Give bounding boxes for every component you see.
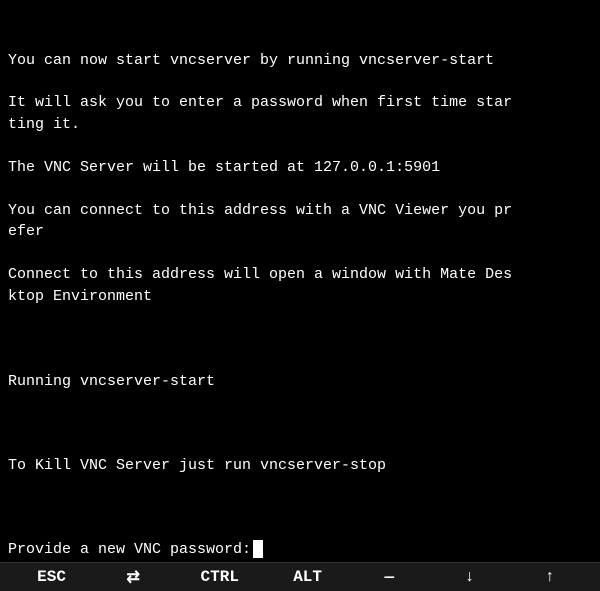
- terminal-line: [8, 329, 592, 350]
- toolbar-btn-esc[interactable]: ESC: [25, 564, 78, 590]
- terminal-line: Connect to this address will open a wind…: [8, 264, 592, 286]
- toolbar-btn-ctrl[interactable]: CTRL: [189, 564, 251, 590]
- terminal-line: It will ask you to enter a password when…: [8, 92, 592, 114]
- terminal-line: You can now start vncserver by running v…: [8, 50, 592, 72]
- terminal-output: You can now start vncserver by running v…: [0, 0, 600, 540]
- toolbar-btn-down[interactable]: ↓: [445, 564, 495, 590]
- password-prompt-text: Provide a new VNC password:: [8, 541, 251, 558]
- terminal-line: [8, 136, 592, 157]
- cursor-block: [253, 540, 263, 558]
- terminal-line: [8, 243, 592, 264]
- terminal-line: [8, 71, 592, 92]
- toolbar-btn-dash[interactable]: —: [364, 564, 414, 590]
- terminal-line: [8, 413, 592, 434]
- terminal-line: [8, 179, 592, 200]
- terminal-line: The VNC Server will be started at 127.0.…: [8, 157, 592, 179]
- terminal-line: Running vncserver-start: [8, 371, 592, 393]
- terminal-line: ktop Environment: [8, 286, 592, 308]
- terminal: You can now start vncserver by running v…: [0, 0, 600, 560]
- toolbar: ESC ⇄ CTRL ALT — ↓ ↑: [0, 562, 600, 591]
- terminal-line: ting it.: [8, 114, 592, 136]
- toolbar-btn-up[interactable]: ↑: [525, 564, 575, 590]
- toolbar-btn-tab[interactable]: ⇄: [108, 563, 158, 591]
- terminal-line: [8, 392, 592, 413]
- terminal-line: You can connect to this address with a V…: [8, 200, 592, 222]
- terminal-line: [8, 498, 592, 519]
- toolbar-btn-alt[interactable]: ALT: [281, 564, 334, 590]
- terminal-line: [8, 519, 592, 540]
- terminal-line: [8, 350, 592, 371]
- terminal-line: [8, 477, 592, 498]
- terminal-line: efer: [8, 221, 592, 243]
- terminal-line: [8, 308, 592, 329]
- terminal-line: To Kill VNC Server just run vncserver-st…: [8, 455, 592, 477]
- terminal-line: [8, 434, 592, 455]
- password-prompt-line: Provide a new VNC password:: [0, 540, 600, 562]
